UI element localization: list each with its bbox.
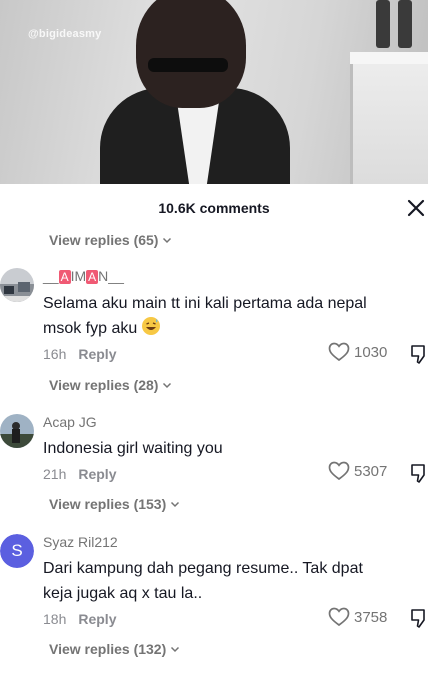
comment-text: Selama aku main tt ini kali pertama ada … [43,295,367,337]
avatar[interactable]: S [0,534,34,568]
comment-meta: 18h Reply [43,611,116,627]
view-replies-button[interactable]: View replies (153) [49,496,180,512]
comment-username[interactable]: Syaz Ril212 [43,534,118,550]
view-replies-button[interactable]: View replies (28) [49,377,172,393]
video-legs [372,0,422,52]
heart-icon [328,607,350,627]
heart-icon [328,342,350,362]
reply-button[interactable]: Reply [78,611,116,627]
comment-meta: 16h Reply [43,346,116,362]
dislike-icon[interactable] [410,463,428,483]
comments-count: 10.6K comments [158,200,270,216]
video-ledge [350,52,428,184]
chevron-down-icon [163,237,172,244]
comment-time: 16h [43,346,67,362]
comment-text: Indonesia girl waiting you [43,440,223,457]
comment-username[interactable]: __ A IM A N__ [43,268,124,284]
like-count: 1030 [354,343,388,361]
heart-icon [328,461,350,481]
dislike-icon[interactable] [410,608,428,628]
reply-button[interactable]: Reply [78,466,116,482]
comment-time: 21h [43,466,67,482]
comments-header: 10.6K comments [0,196,428,222]
avatar[interactable] [0,414,34,448]
reply-button[interactable]: Reply [78,346,116,362]
comment-username[interactable]: Acap JG [43,414,97,430]
like-count: 5307 [354,462,388,480]
like-count: 3758 [354,608,388,626]
chevron-down-icon [171,646,180,653]
view-replies-button[interactable]: View replies (65) [49,232,172,248]
chevron-down-icon [171,501,180,508]
like-button[interactable]: 5307 [328,461,387,481]
chevron-down-icon [163,382,172,389]
comment-text: Dari kampung dah pegang resume.. Tak dpa… [43,560,363,602]
video-person [96,0,296,184]
grinning-face-with-sweat-icon [142,317,161,335]
comment-time: 18h [43,611,67,627]
close-icon[interactable] [404,198,428,220]
like-button[interactable]: 1030 [328,342,387,362]
comment-meta: 21h Reply [43,466,116,482]
view-replies-button[interactable]: View replies (132) [49,641,180,657]
video-player[interactable]: @bigideasmy [0,0,428,184]
like-button[interactable]: 3758 [328,607,387,627]
dislike-icon[interactable] [410,344,428,364]
avatar[interactable] [0,268,34,302]
video-watermark: @bigideasmy [28,28,102,40]
